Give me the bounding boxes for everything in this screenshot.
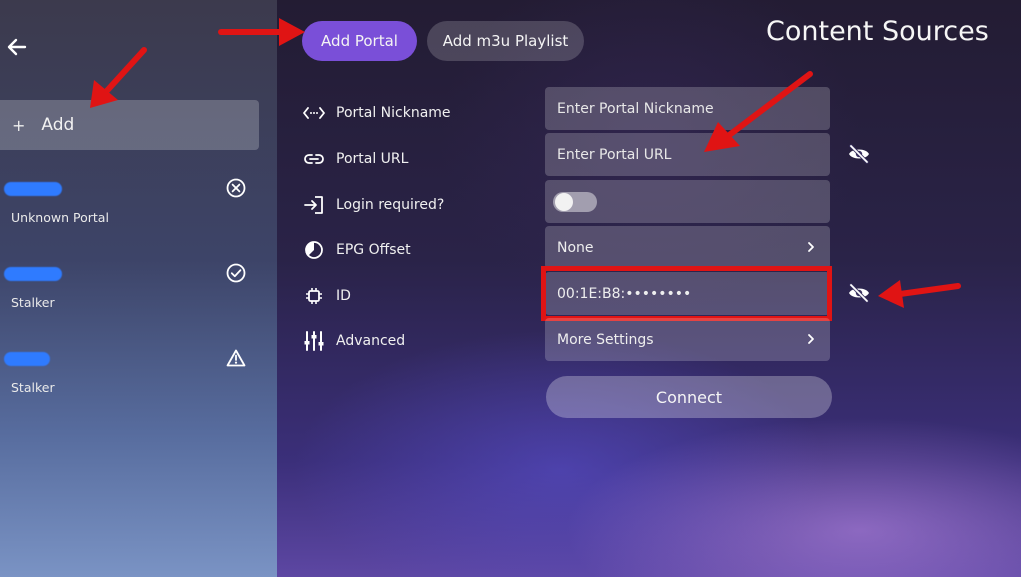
portal-url-label: Portal URL: [336, 151, 409, 167]
portal-nickname-row-label: Portal Nickname: [302, 101, 451, 125]
clock-icon: [302, 238, 326, 262]
toggle-knob: [555, 192, 573, 211]
portal-nickname-label: Portal Nickname: [336, 105, 451, 121]
tab-add-portal[interactable]: Add Portal: [302, 21, 417, 61]
annotation-highlight-box: [541, 266, 832, 321]
portal-type: Stalker: [11, 295, 55, 310]
login-required-row-label: Login required?: [302, 193, 444, 217]
redacted-portal-name: [4, 182, 62, 196]
portal-type: Stalker: [11, 380, 55, 395]
advanced-label: Advanced: [336, 333, 406, 349]
connect-button[interactable]: Connect: [546, 376, 832, 418]
link-icon: [302, 147, 326, 171]
id-row-label: ID: [302, 284, 351, 308]
chevron-right-icon: [808, 242, 814, 252]
code-icon: [302, 101, 326, 125]
advanced-value: More Settings: [557, 331, 654, 348]
epg-offset-field[interactable]: None: [545, 226, 830, 269]
login-required-toggle[interactable]: [553, 191, 597, 212]
epg-offset-row-label: EPG Offset: [302, 238, 411, 262]
add-label: Add: [41, 115, 75, 135]
tab-add-m3u-playlist[interactable]: Add m3u Playlist: [427, 21, 584, 61]
annotation-arrow-icon: [90, 47, 147, 108]
annotation-arrow-icon: [704, 71, 813, 152]
portal-item[interactable]: Unknown Portal: [0, 178, 259, 246]
back-button[interactable]: [6, 36, 28, 58]
chevron-right-icon: [808, 334, 814, 344]
epg-offset-label: EPG Offset: [336, 242, 411, 258]
sliders-icon: [302, 329, 326, 353]
annotation-arrow-icon: [878, 280, 961, 308]
login-required-label: Login required?: [336, 197, 445, 213]
page-title: Content Sources: [766, 16, 989, 47]
advanced-field[interactable]: More Settings: [545, 318, 830, 361]
portal-type: Unknown Portal: [11, 210, 109, 225]
check-circle-icon: [226, 263, 246, 283]
warning-icon: [226, 349, 246, 367]
plus-icon: +: [12, 115, 26, 135]
redacted-portal-name: [4, 267, 62, 281]
advanced-row-label: Advanced: [302, 329, 405, 353]
eye-off-icon[interactable]: [847, 281, 871, 305]
redacted-portal-name: [4, 352, 50, 366]
annotation-arrow-icon: [218, 18, 305, 46]
epg-offset-value: None: [557, 239, 594, 256]
eye-off-icon[interactable]: [847, 142, 871, 166]
portal-item[interactable]: Stalker: [0, 348, 259, 416]
chip-icon: [302, 284, 326, 308]
portal-item[interactable]: Stalker: [0, 263, 259, 331]
login-required-field[interactable]: [545, 180, 830, 223]
id-label: ID: [336, 288, 351, 304]
back-arrow-icon: [7, 38, 27, 56]
close-circle-icon[interactable]: [226, 178, 246, 198]
login-icon: [302, 193, 326, 217]
portal-url-row-label: Portal URL: [302, 147, 408, 171]
